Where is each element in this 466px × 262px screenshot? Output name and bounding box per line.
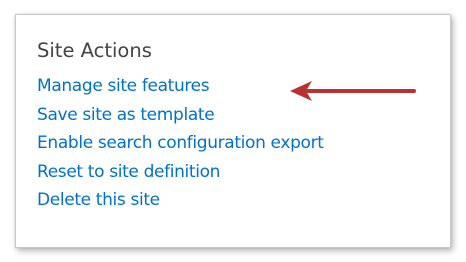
list-item: Reset to site definition — [37, 158, 324, 187]
list-item: Enable search configuration export — [37, 129, 324, 158]
list-item: Save site as template — [37, 101, 324, 130]
list-item: Manage site features — [37, 72, 324, 101]
save-site-as-template-link[interactable]: Save site as template — [37, 105, 215, 125]
delete-this-site-link[interactable]: Delete this site — [37, 190, 160, 210]
manage-site-features-link[interactable]: Manage site features — [37, 76, 210, 96]
screenshot-frame: Site Actions Manage site features Save s… — [0, 0, 466, 262]
site-actions-panel: Site Actions Manage site features Save s… — [15, 14, 451, 248]
reset-to-site-definition-link[interactable]: Reset to site definition — [37, 162, 220, 182]
site-actions-heading: Site Actions — [37, 39, 152, 62]
enable-search-configuration-export-link[interactable]: Enable search configuration export — [37, 133, 324, 153]
site-actions-list: Manage site features Save site as templa… — [37, 72, 324, 215]
list-item: Delete this site — [37, 186, 324, 215]
